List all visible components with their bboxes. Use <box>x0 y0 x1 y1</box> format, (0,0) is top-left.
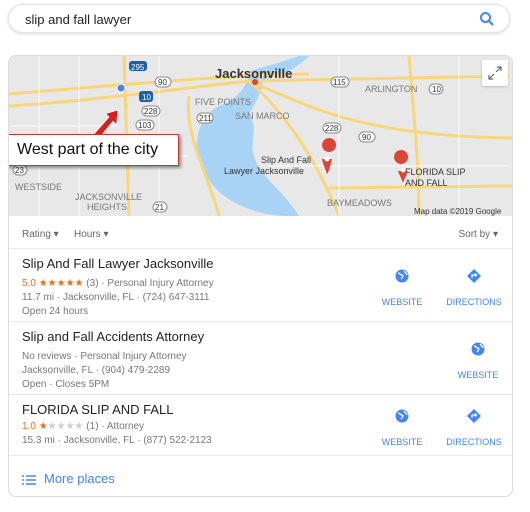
directions-button[interactable]: DIRECTIONS <box>439 269 509 307</box>
result-item[interactable]: Slip And Fall Lawyer Jacksonville 5.0 ★★… <box>9 249 512 322</box>
svg-text:FIVE POINTS: FIVE POINTS <box>195 97 251 107</box>
directions-icon <box>467 409 481 423</box>
shield-228b: 228 <box>322 122 342 134</box>
website-button[interactable]: WEBSITE <box>443 342 512 380</box>
globe-icon <box>395 269 409 283</box>
list-icon <box>22 474 36 485</box>
result-name[interactable]: Slip And Fall Lawyer Jacksonville <box>22 256 213 271</box>
result-item[interactable]: FLORIDA SLIP AND FALL 1.0 ★★★★★ (1) · At… <box>9 395 512 456</box>
result-name[interactable]: FLORIDA SLIP AND FALL <box>22 402 174 417</box>
shield-295: 295 <box>129 61 147 72</box>
current-location-dot <box>116 83 126 93</box>
local-results-card: 295 90 10 228 103 211 115 10 228 90 23 2… <box>8 55 513 497</box>
rating-line: 1.0 ★★★★★ (1) · Attorney <box>22 421 145 432</box>
svg-text:10: 10 <box>432 85 441 94</box>
hours-filter[interactable]: Hours ▾ <box>74 229 109 240</box>
directions-icon <box>467 269 481 283</box>
svg-text:HEIGHTS: HEIGHTS <box>87 202 127 212</box>
svg-text:WESTSIDE: WESTSIDE <box>15 182 62 192</box>
shield-211: 211 <box>196 112 214 124</box>
shield-21: 21 <box>152 201 168 213</box>
map-attribution: Map data ©2019 Google <box>414 207 502 216</box>
shield-10b: 10 <box>428 83 444 95</box>
svg-text:SAN MARCO: SAN MARCO <box>235 111 290 121</box>
shield-103: 103 <box>135 119 155 131</box>
annotation-callout: West part of the city <box>9 134 179 166</box>
svg-text:90: 90 <box>158 78 167 87</box>
svg-text:295: 295 <box>131 63 145 72</box>
more-places-link[interactable]: More places <box>22 471 115 486</box>
shield-228: 228 <box>141 105 161 117</box>
svg-text:ARLINGTON: ARLINGTON <box>365 84 417 94</box>
star-icons: ★ <box>38 421 48 432</box>
result-item[interactable]: Slip and Fall Accidents Attorney No revi… <box>9 322 512 395</box>
map-label-city: Jacksonville <box>215 66 292 81</box>
search-icon[interactable] <box>479 11 495 27</box>
shield-90b: 90 <box>358 131 376 143</box>
sort-by-dropdown[interactable]: Sort by ▾ <box>459 229 499 240</box>
svg-text:228: 228 <box>325 124 339 133</box>
svg-text:FLORIDA SLIP: FLORIDA SLIP <box>405 167 466 177</box>
expand-map-button[interactable] <box>482 60 508 86</box>
search-bar[interactable]: slip and fall lawyer <box>8 4 510 33</box>
star-icons: ★★★★★ <box>38 278 84 289</box>
directions-button[interactable]: DIRECTIONS <box>439 409 509 447</box>
svg-text:115: 115 <box>333 78 346 87</box>
svg-text:228: 228 <box>144 107 158 116</box>
globe-icon <box>471 342 485 356</box>
svg-text:103: 103 <box>138 121 152 130</box>
shield-23: 23 <box>12 164 28 176</box>
svg-text:Slip And Fall: Slip And Fall <box>261 155 311 165</box>
svg-text:AND FALL: AND FALL <box>405 178 448 188</box>
shield-115: 115 <box>330 76 350 88</box>
shield-90: 90 <box>154 76 172 88</box>
svg-text:JACKSONVILLE: JACKSONVILLE <box>75 192 142 202</box>
filter-bar: Rating ▾ Hours ▾ Sort by ▾ <box>9 216 512 249</box>
website-button[interactable]: WEBSITE <box>367 269 437 307</box>
globe-icon <box>395 409 409 423</box>
website-button[interactable]: WEBSITE <box>367 409 437 447</box>
svg-text:Lawyer Jacksonville: Lawyer Jacksonville <box>224 166 304 176</box>
search-input[interactable]: slip and fall lawyer <box>25 12 131 27</box>
shield-10: 10 <box>139 91 153 102</box>
result-name[interactable]: Slip and Fall Accidents Attorney <box>22 329 204 344</box>
rating-line: 5.0 ★★★★★ (3) · Personal Injury Attorney <box>22 278 214 289</box>
svg-text:21: 21 <box>155 203 164 212</box>
svg-text:10: 10 <box>142 93 151 102</box>
svg-text:BAYMEADOWS: BAYMEADOWS <box>327 198 392 208</box>
expand-icon <box>488 66 502 80</box>
rating-filter[interactable]: Rating ▾ <box>22 229 59 240</box>
svg-text:211: 211 <box>199 114 212 123</box>
map-pin-1 <box>322 138 337 174</box>
svg-text:23: 23 <box>15 166 24 175</box>
svg-text:90: 90 <box>362 133 371 142</box>
map[interactable]: 295 90 10 228 103 211 115 10 228 90 23 2… <box>9 56 512 216</box>
